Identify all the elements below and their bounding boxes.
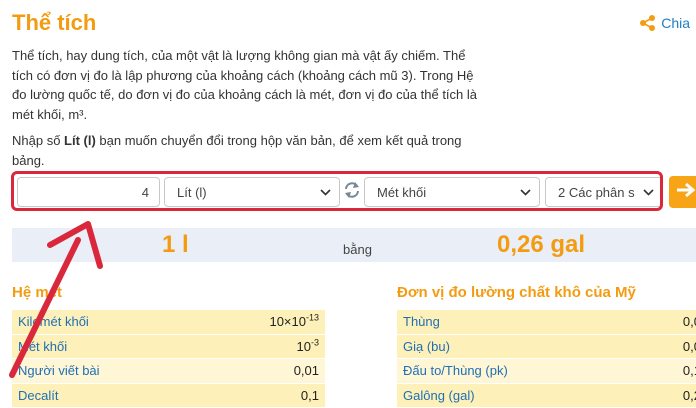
share-label: Chia [661,15,690,31]
result-input: 1 l [162,231,189,259]
metric-section-title: Hệ mét [12,284,62,301]
unit-link[interactable]: Giạ (bu) [397,339,450,354]
arrow-right-icon [675,182,696,203]
unit-link[interactable]: Thùng [397,314,440,329]
table-row: Người viết bài 0,01 [12,359,325,384]
unit-link[interactable]: Decalít [12,388,58,403]
unit-value: 0,01 [294,363,325,378]
value-mantissa: 0,1 [301,388,319,403]
us-dry-section-title: Đơn vị đo lường chất khô của Mỹ [397,284,636,301]
convert-button[interactable] [669,176,696,208]
table-row: Thùng 0,0 [397,310,696,335]
value-exponent: -13 [306,313,319,323]
value-exponent: -3 [311,337,319,347]
unit-value: 0,1 [683,363,696,378]
unit-link[interactable]: Đấu to/Thùng (pk) [397,363,508,378]
unit-value: 0,1 [301,388,325,403]
unit-link[interactable]: Galông (gal) [397,388,475,403]
instruction-unit: Lít (l) [64,133,96,148]
value-mantissa: 0,01 [294,363,319,378]
result-equals-label: bằng [343,242,372,257]
us-dry-table: Thùng 0,0 Giạ (bu) 0,0 Đấu to/Thùng (pk)… [397,310,696,408]
unit-value: 0,0 [683,339,696,354]
unit-link[interactable]: Mét khối [12,339,67,354]
table-row: Galông (gal) 0,2 [397,384,696,408]
converter-highlight-box [11,171,663,211]
unit-value: 0,2 [683,388,696,403]
share-icon [639,14,657,32]
unit-value: 0,0 [683,314,696,329]
table-row: Decalít 0,1 [12,384,325,408]
instruction-before: Nhập số [12,133,64,148]
unit-value: 10×10-13 [269,314,325,329]
metric-table: Kilomét khối 10×10-13 Mét khối 10-3 Ngườ… [12,310,325,408]
table-row: Mét khối 10-3 [12,335,325,360]
table-row: Kilomét khối 10×10-13 [12,310,325,335]
unit-value: 10-3 [297,339,325,354]
unit-link[interactable]: Kilomét khối [12,314,89,329]
table-row: Giạ (bu) 0,0 [397,335,696,360]
intro-paragraph: Thể tích, hay dung tích, của một vật là … [12,46,482,124]
table-row: Đấu to/Thùng (pk) 0,1 [397,359,696,384]
value-mantissa: 10×10 [269,314,306,329]
value-mantissa: 10 [297,339,311,354]
unit-link[interactable]: Người viết bài [12,363,100,378]
share-button[interactable]: Chia [639,14,690,32]
result-output: 0,26 gal [497,231,585,259]
instruction-paragraph: Nhập số Lít (l) bạn muốn chuyển đổi tron… [12,131,482,170]
page-title: Thể tích [12,10,96,36]
